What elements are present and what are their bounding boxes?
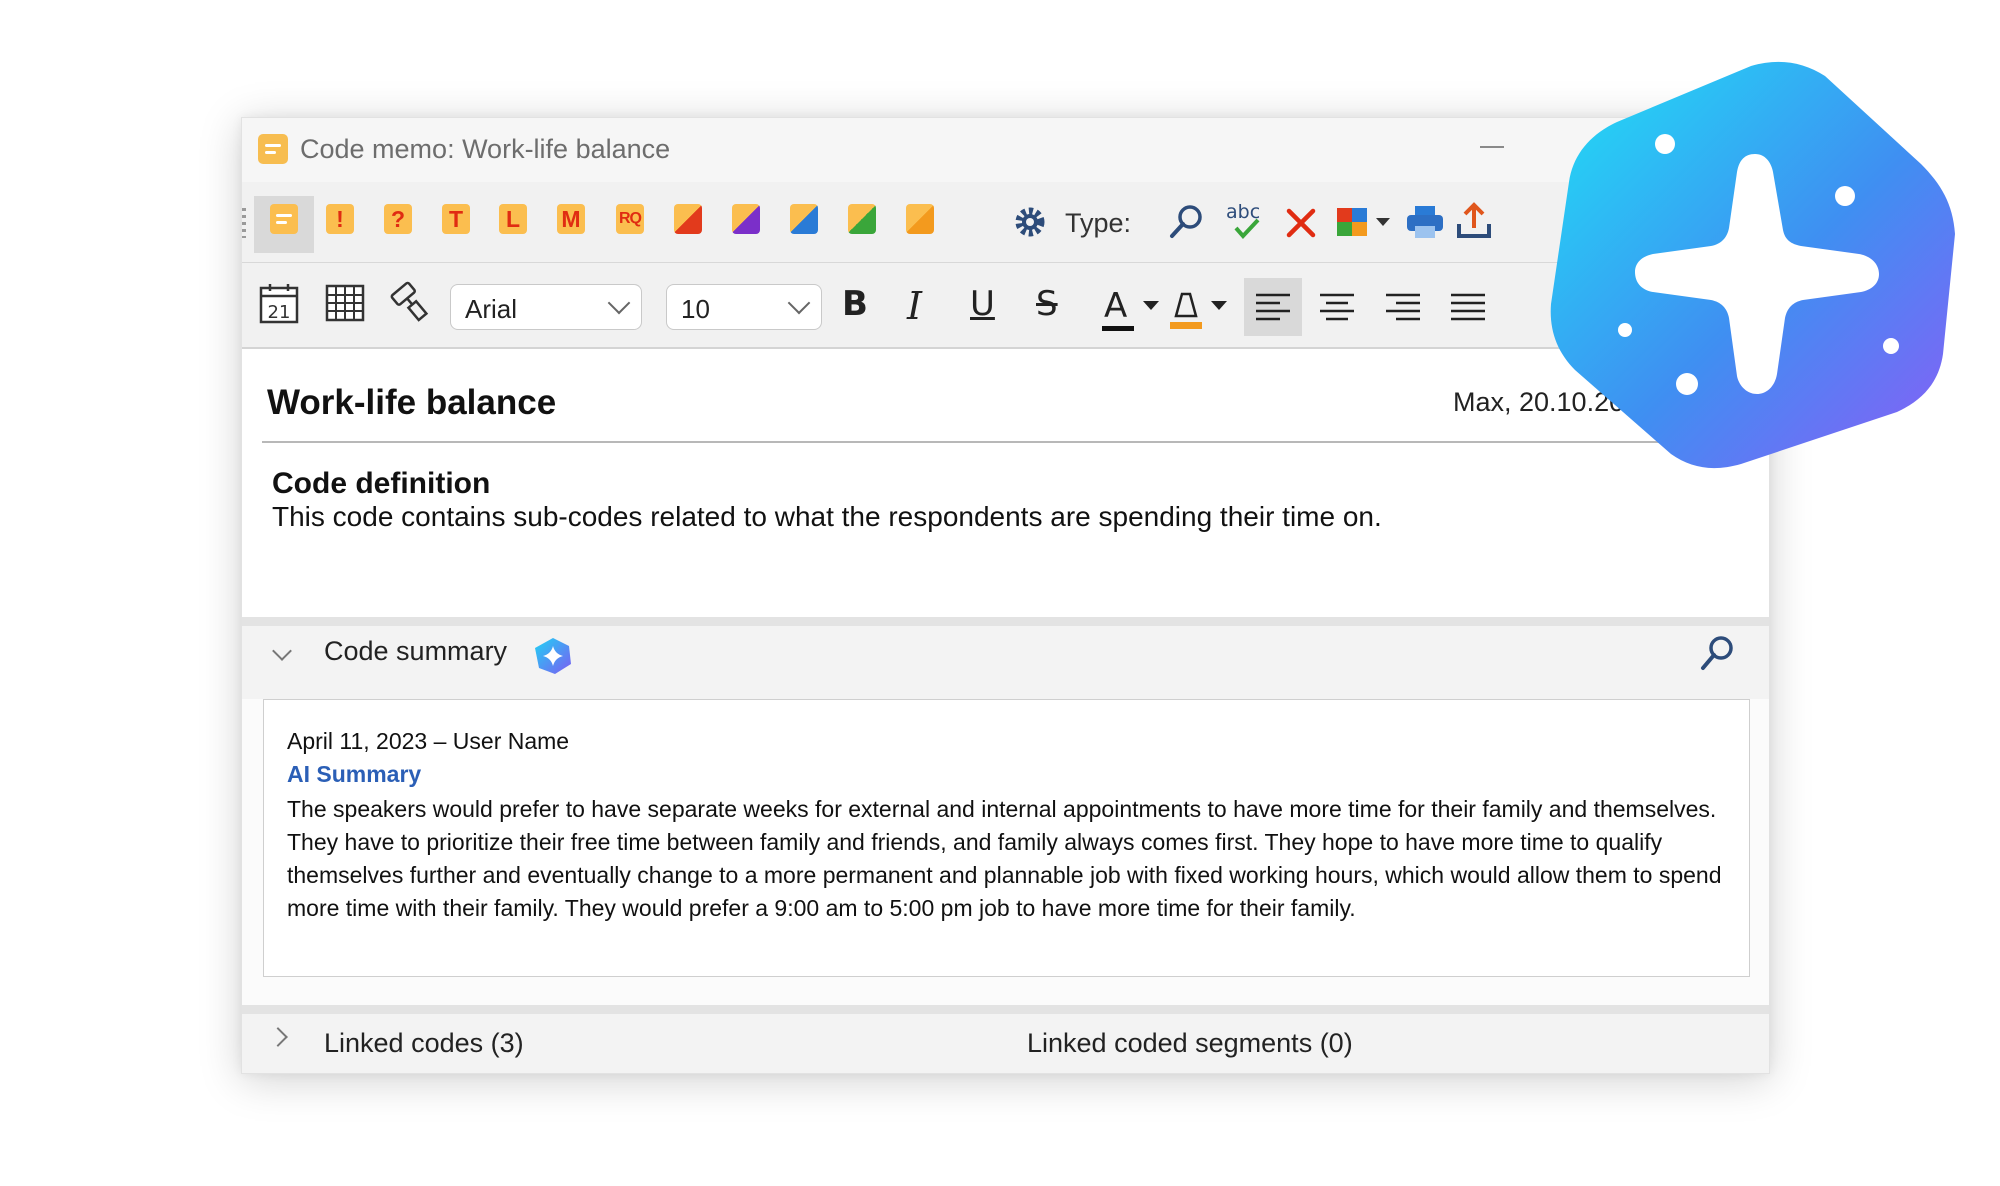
bold-button[interactable]: B — [842, 284, 868, 324]
memo-type-method-button[interactable]: M — [557, 204, 585, 234]
svg-text:abc: abc — [1226, 201, 1260, 223]
format-painter-icon[interactable] — [390, 281, 432, 325]
spellcheck-icon[interactable]: abc — [1224, 198, 1268, 242]
font-family-select[interactable]: Arial — [450, 284, 642, 330]
align-right-icon[interactable] — [1374, 278, 1432, 336]
section-divider — [242, 1005, 1769, 1014]
highlighter-icon — [1170, 292, 1202, 329]
minimize-button[interactable] — [1480, 146, 1504, 148]
export-icon[interactable] — [1454, 200, 1494, 242]
align-left-icon — [1256, 293, 1290, 321]
ai-assist-icon[interactable] — [533, 636, 573, 676]
memo-color-green-button[interactable] — [848, 204, 876, 234]
ai-summary-text: The speakers would prefer to have separa… — [287, 796, 1722, 921]
chevron-down-icon — [607, 291, 631, 315]
summary-date-user: April 11, 2023 – User Name — [287, 728, 570, 754]
code-summary-label: Code summary — [324, 636, 508, 666]
title-divider — [262, 441, 1749, 443]
print-icon[interactable] — [1404, 202, 1446, 242]
section-divider — [242, 617, 1769, 626]
memo-title: Work-life balance — [267, 383, 557, 422]
code-summary-content[interactable]: April 11, 2023 – User Name AI Summary Th… — [263, 699, 1750, 977]
font-family-value: Arial — [465, 294, 518, 324]
memo-type-standard-button[interactable] — [270, 204, 298, 234]
italic-button[interactable]: I — [907, 284, 922, 328]
table-icon[interactable] — [324, 283, 366, 323]
svg-text:21: 21 — [268, 302, 291, 323]
linked-codes-toggle[interactable]: Linked codes (3) — [324, 1028, 524, 1059]
gear-icon[interactable] — [1012, 204, 1048, 240]
window-title: Code memo: Work-life balance — [300, 134, 671, 164]
chevron-down-icon — [787, 291, 811, 315]
highlight-color-button[interactable] — [1166, 286, 1232, 332]
type-label: Type: — [1065, 208, 1132, 238]
memo-type-research-question-button[interactable]: RQ — [616, 204, 644, 234]
search-icon[interactable] — [1166, 202, 1206, 242]
toolbar-grip[interactable] — [242, 208, 246, 238]
justify-icon[interactable] — [1439, 278, 1497, 336]
caret-down-icon — [1211, 301, 1227, 310]
memo-color-blue-button[interactable] — [790, 204, 818, 234]
font-color-button[interactable]: A — [1100, 286, 1166, 332]
memo-type-exclamation-button[interactable]: ! — [326, 204, 354, 234]
font-color-swatch — [1102, 326, 1134, 331]
memo-color-purple-button[interactable] — [732, 204, 760, 234]
delete-icon[interactable] — [1284, 206, 1318, 240]
font-color-glyph: A — [1104, 286, 1128, 326]
align-left-button[interactable] — [1244, 278, 1302, 336]
memo-type-literature-button[interactable]: L — [499, 204, 527, 234]
memo-type-theory-button[interactable]: T — [442, 204, 470, 234]
memo-editor[interactable]: Work-life balance Max, 20.10.20 Code def… — [242, 349, 1769, 617]
linked-coded-segments-toggle[interactable]: Linked coded segments (0) — [1027, 1028, 1353, 1059]
search-icon[interactable] — [1697, 633, 1737, 675]
code-definition-heading: Code definition — [272, 467, 491, 500]
memo-type-toolbar: ! ? T L M RQ Type: abc — [242, 182, 1769, 263]
font-size-value: 10 — [681, 294, 710, 324]
ai-assist-logo-icon — [1550, 61, 1955, 469]
memo-color-red-button[interactable] — [674, 204, 702, 234]
strikethrough-button[interactable]: S — [1036, 284, 1058, 324]
memo-icon — [258, 134, 288, 164]
code-definition-text: This code contains sub-codes related to … — [272, 501, 1382, 532]
title-bar: Code memo: Work-life balance — [242, 118, 1769, 182]
ai-summary-label: AI Summary — [287, 761, 422, 787]
memo-type-question-button[interactable]: ? — [384, 204, 412, 234]
underline-button[interactable]: U — [970, 284, 995, 324]
align-center-icon[interactable] — [1308, 278, 1366, 336]
code-colors-icon[interactable] — [1334, 202, 1396, 242]
memo-color-orange-button[interactable] — [906, 204, 934, 234]
font-size-select[interactable]: 10 — [666, 284, 822, 330]
caret-down-icon — [1143, 301, 1159, 310]
calendar-icon[interactable]: 21 — [258, 281, 300, 325]
